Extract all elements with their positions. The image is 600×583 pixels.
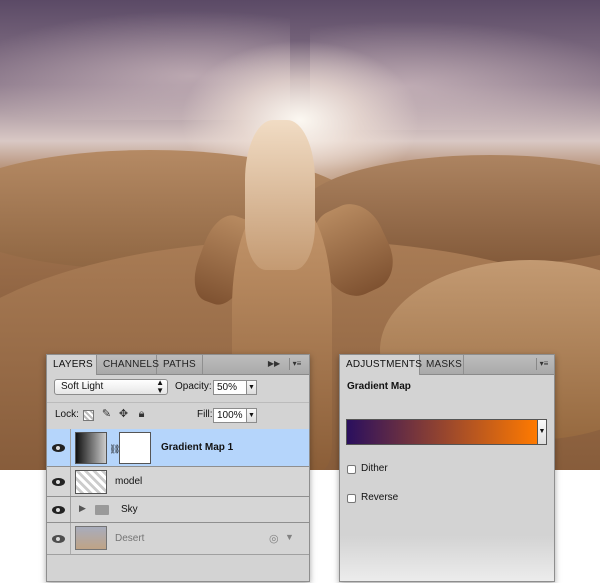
- layer-name: Desert: [115, 533, 145, 544]
- layers-panel: LAYERS CHANNELS PATHS ▶▶ ▾≡ Soft Light ▲…: [46, 354, 310, 582]
- visibility-toggle[interactable]: [47, 523, 71, 554]
- tab-channels[interactable]: CHANNELS: [97, 355, 159, 374]
- tab-masks[interactable]: MASKS: [420, 355, 464, 374]
- lock-label: Lock:: [55, 409, 79, 420]
- gradient-preview-bar[interactable]: [346, 419, 538, 445]
- fill-label: Fill:: [197, 409, 213, 420]
- layer-row-sky-group[interactable]: ▶ Sky: [47, 497, 309, 523]
- desert-thumbnail-icon: [75, 526, 107, 550]
- adjustment-title: Gradient Map: [347, 381, 411, 392]
- lock-position-icon[interactable]: ✥: [117, 408, 130, 421]
- opacity-label: Opacity:: [175, 381, 212, 392]
- dither-label: Dither: [361, 463, 388, 474]
- layer-row-gradient-map[interactable]: ⛓ Gradient Map 1: [47, 429, 309, 467]
- lock-all-icon[interactable]: 🔒︎: [135, 408, 148, 421]
- lock-pixels-icon[interactable]: ✎: [100, 408, 113, 421]
- panel-menu-icon[interactable]: ▾≡: [289, 358, 304, 370]
- tab-paths[interactable]: PATHS: [157, 355, 203, 374]
- panel-menu-icon[interactable]: ▾≡: [536, 358, 551, 370]
- select-arrows-icon: ▲ ▼: [156, 378, 164, 395]
- layer-mask-thumbnail[interactable]: [119, 432, 151, 464]
- layer-name: model: [115, 476, 143, 487]
- visibility-toggle[interactable]: [47, 497, 71, 522]
- blend-opacity-row: Soft Light ▲ ▼ Opacity: 50% ▼: [47, 375, 309, 402]
- opacity-dropdown-icon[interactable]: ▼: [247, 380, 257, 395]
- folder-icon: [95, 505, 109, 515]
- visibility-toggle[interactable]: [47, 467, 71, 496]
- layer-row-model[interactable]: model: [47, 467, 309, 497]
- options-arrow-icon[interactable]: ▼: [285, 532, 294, 542]
- smart-object-thumbnail-icon: [75, 470, 107, 494]
- eye-icon: [52, 444, 65, 452]
- visibility-toggle[interactable]: [47, 429, 71, 466]
- reverse-checkbox[interactable]: [347, 494, 356, 503]
- expand-group-icon[interactable]: ▶: [79, 503, 86, 514]
- tab-adjustments[interactable]: ADJUSTMENTS: [340, 355, 422, 375]
- gradient-picker-dropdown-icon[interactable]: ▼: [538, 419, 547, 445]
- figure-hair: [245, 120, 315, 270]
- collapse-panel-icon[interactable]: ▶▶: [267, 358, 281, 370]
- gradient-map-thumbnail-icon: [75, 432, 107, 464]
- opacity-input[interactable]: 50%: [213, 380, 247, 395]
- dither-checkbox[interactable]: [347, 465, 356, 474]
- eye-icon: [52, 506, 65, 514]
- fill-input[interactable]: 100%: [213, 408, 247, 423]
- adjustments-panel-tabbar: ADJUSTMENTS MASKS ▾≡: [340, 355, 554, 375]
- fill-dropdown-icon[interactable]: ▼: [247, 408, 257, 423]
- eye-icon: [52, 535, 65, 543]
- reverse-label: Reverse: [361, 492, 399, 503]
- eye-icon: [52, 478, 65, 486]
- layers-panel-tabbar: LAYERS CHANNELS PATHS ▶▶ ▾≡: [47, 355, 309, 375]
- adjustments-panel: ADJUSTMENTS MASKS ▾≡ Gradient Map ▼ Dith…: [339, 354, 555, 582]
- lock-fill-row: Lock: ✎ ✥ 🔒︎ Fill: 100% ▼: [47, 402, 309, 430]
- lock-transparency-icon[interactable]: [83, 410, 94, 421]
- layer-name: Gradient Map 1: [161, 442, 234, 453]
- tab-layers[interactable]: LAYERS: [47, 355, 97, 375]
- layer-name: Sky: [121, 504, 138, 515]
- smart-filter-icon[interactable]: ◎: [269, 532, 279, 545]
- blend-mode-select[interactable]: Soft Light ▲ ▼: [54, 379, 168, 395]
- layer-row-desert[interactable]: Desert ◎ ▼: [47, 523, 309, 555]
- blend-mode-value: Soft Light: [61, 381, 104, 392]
